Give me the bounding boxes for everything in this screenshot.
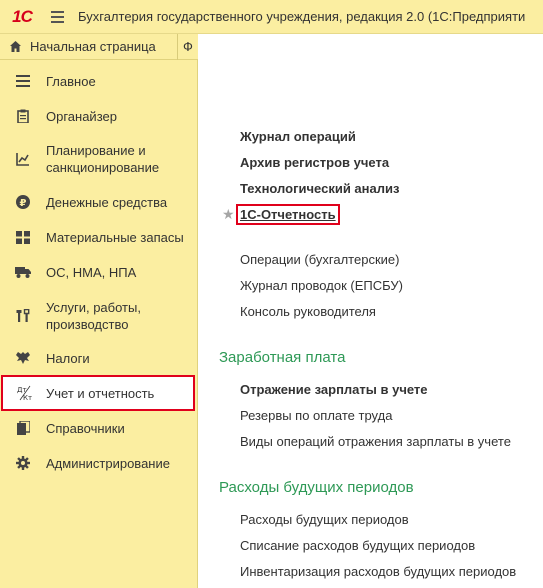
window-title: Бухгалтерия государственного учреждения,… — [78, 9, 526, 24]
tools-icon — [0, 309, 46, 323]
sidebar-item-money[interactable]: ₽ Денежные средства — [0, 192, 198, 212]
sidebar: Главное Органайзер Планирование и санкци… — [0, 60, 198, 588]
sidebar-item-label: Справочники — [46, 420, 125, 436]
link-1c-reporting[interactable]: 1С-Отчетность — [236, 204, 340, 225]
link-tech-analysis[interactable]: Технологический анализ — [240, 181, 399, 196]
ruble-coin-icon: ₽ — [0, 195, 46, 209]
favorite-star-icon[interactable]: ★ — [222, 206, 235, 223]
sidebar-item-label: Денежные средства — [46, 194, 168, 210]
link-registers-archive[interactable]: Архив регистров учета — [240, 155, 389, 170]
logo-text: 1С — [12, 6, 33, 26]
link-deferred-inventory[interactable]: Инвентаризация расходов будущих периодов — [240, 564, 516, 579]
sidebar-item-main[interactable]: Главное — [0, 71, 198, 91]
sidebar-item-planning[interactable]: Планирование и санкционирование — [0, 142, 198, 176]
sidebar-item-services[interactable]: Услуги, работы, производство — [0, 299, 198, 333]
svg-text:₽: ₽ — [20, 198, 27, 209]
sidebar-item-directories[interactable]: Справочники — [0, 418, 198, 438]
link-deferred-writeoff[interactable]: Списание расходов будущих периодов — [240, 538, 475, 553]
link-postings-journal[interactable]: Журнал проводок (ЕПСБУ) — [240, 278, 403, 293]
sidebar-item-label: Планирование и санкционирование — [46, 143, 160, 175]
sidebar-item-label: Налоги — [46, 350, 90, 366]
link-manager-console[interactable]: Консоль руководителя — [240, 304, 376, 319]
clipboard-icon — [0, 109, 46, 123]
sidebar-item-label: Услуги, работы, производство — [46, 300, 141, 332]
sidebar-item-accounting[interactable]: Дт Кт Учет и отчетность — [1, 375, 195, 411]
link-salary-operation-types[interactable]: Виды операций отражения зарплаты в учете — [240, 434, 511, 449]
section-title-deferred: Расходы будущих периодов — [219, 479, 414, 496]
main-menu-icon[interactable] — [44, 0, 70, 34]
sidebar-item-label: Администрирование — [46, 455, 170, 471]
sidebar-item-label: Главное — [46, 73, 96, 89]
sidebar-item-administration[interactable]: Администрирование — [0, 453, 198, 473]
sidebar-item-fixed-assets[interactable]: ОС, НМА, НПА — [0, 262, 198, 282]
sidebar-item-label: Материальные запасы — [46, 229, 184, 245]
sidebar-item-taxes[interactable]: Налоги — [0, 348, 198, 368]
menu-lines-icon — [0, 75, 46, 87]
planning-chart-icon — [0, 152, 46, 166]
link-salary-reflection[interactable]: Отражение зарплаты в учете — [240, 382, 428, 397]
main-panel: Журнал операций Архив регистров учета Те… — [199, 34, 543, 588]
svg-text:Кт: Кт — [23, 394, 32, 401]
link-accounting-operations[interactable]: Операции (бухгалтерские) — [240, 252, 399, 267]
debit-credit-icon: Дт Кт — [3, 385, 46, 401]
tab-home[interactable]: Начальная страница — [0, 33, 178, 60]
sidebar-item-organizer[interactable]: Органайзер — [0, 106, 198, 126]
grid-icon — [0, 230, 46, 244]
sidebar-item-label: Органайзер — [46, 108, 117, 124]
app-logo[interactable]: 1С — [0, 0, 44, 34]
sidebar-item-label: Учет и отчетность — [46, 385, 155, 401]
link-deferred-expenses[interactable]: Расходы будущих периодов — [240, 512, 409, 527]
home-icon — [10, 41, 21, 52]
truck-icon — [0, 266, 46, 278]
sidebar-item-materials[interactable]: Материальные запасы — [0, 227, 198, 247]
link-operations-journal[interactable]: Журнал операций — [240, 129, 356, 144]
books-icon — [0, 421, 46, 435]
section-title-salary: Заработная плата — [219, 349, 346, 366]
emblem-icon — [0, 351, 46, 365]
link-salary-reserves[interactable]: Резервы по оплате труда — [240, 408, 392, 423]
tab-second[interactable]: Ф — [178, 39, 193, 54]
title-bar: 1С Бухгалтерия государственного учрежден… — [0, 0, 543, 34]
gear-icon — [0, 456, 46, 470]
sidebar-item-label: ОС, НМА, НПА — [46, 264, 137, 280]
tab-home-label: Начальная страница — [30, 39, 156, 54]
tab-bar: Начальная страница Ф — [0, 33, 198, 60]
